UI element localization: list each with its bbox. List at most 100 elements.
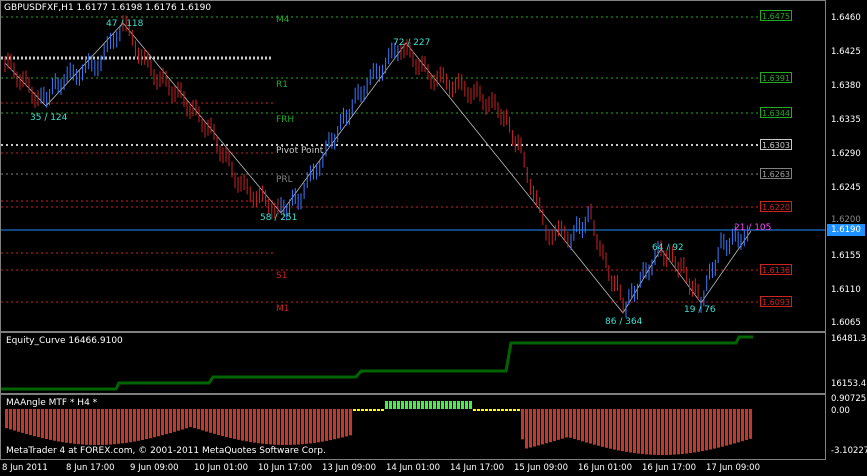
histogram-bar xyxy=(629,409,632,453)
histogram-bar xyxy=(597,409,600,446)
histogram-bar xyxy=(709,409,712,450)
histogram-bar xyxy=(317,409,320,443)
histogram-bar xyxy=(117,409,120,444)
zigzag-label: 47 / 118 xyxy=(106,19,144,29)
zigzag-label: 21 / 105 xyxy=(734,223,772,233)
histogram-bar xyxy=(461,401,464,409)
histogram-bar xyxy=(429,401,432,409)
histogram-bar xyxy=(565,409,568,438)
histogram-bar xyxy=(401,401,404,409)
histogram-bar xyxy=(349,409,352,436)
equity-curve-canvas[interactable] xyxy=(1,333,825,393)
histogram-bar xyxy=(105,409,108,445)
current-price-badge: 1.6190 xyxy=(827,224,865,236)
histogram-bar xyxy=(373,409,376,411)
histogram-bar xyxy=(29,409,32,436)
price-axis-tick: 1.6290 xyxy=(831,149,861,159)
histogram-bar xyxy=(357,409,360,411)
histogram-bar xyxy=(285,409,288,445)
histogram-bar xyxy=(421,401,424,409)
histogram-bar xyxy=(633,409,636,454)
histogram-bar xyxy=(589,409,592,444)
histogram-bar xyxy=(493,409,496,411)
histogram-bar xyxy=(741,409,744,442)
level-value-frh: 1.6344 xyxy=(760,107,792,118)
level-value-r1: 1.6391 xyxy=(760,72,792,83)
histogram-bar xyxy=(609,409,612,449)
histogram-bar xyxy=(41,409,44,439)
equity-curve-panel[interactable] xyxy=(0,332,826,394)
histogram-bar xyxy=(377,409,380,411)
level-name-prl: PRL xyxy=(276,175,293,185)
histogram-bar xyxy=(81,409,84,445)
histogram-bar xyxy=(97,409,100,445)
time-axis-tick: 13 Jun 09:00 xyxy=(322,463,376,473)
histogram-bar xyxy=(361,409,364,411)
time-axis-tick: 8 Jun 17:00 xyxy=(66,463,115,473)
price-chart-canvas[interactable] xyxy=(1,1,825,331)
histogram-bar xyxy=(533,409,536,447)
histogram-bar xyxy=(125,409,128,443)
histogram-bar xyxy=(77,409,80,445)
histogram-bar xyxy=(525,409,528,449)
histogram-bar xyxy=(497,409,500,411)
histogram-bar xyxy=(381,409,384,411)
histogram-bar xyxy=(133,409,136,442)
histogram-bar xyxy=(453,401,456,409)
histogram-bar xyxy=(177,409,180,431)
histogram-bar xyxy=(545,409,548,444)
level-name-frh: FRH xyxy=(276,115,295,125)
price-axis-tick: 1.6460 xyxy=(831,13,861,23)
price-axis-tick: 1.6065 xyxy=(831,318,861,328)
histogram-bar xyxy=(329,409,332,441)
time-axis-tick: 14 Jun 01:00 xyxy=(386,463,440,473)
histogram-bar xyxy=(225,409,228,438)
histogram-bar xyxy=(557,409,560,440)
histogram-bar xyxy=(297,409,300,445)
histogram-bar xyxy=(397,401,400,409)
histogram-bar xyxy=(289,409,292,445)
histogram-bar xyxy=(477,409,480,411)
level-name-r1: R1 xyxy=(276,80,288,90)
histogram-bar xyxy=(65,409,68,443)
level-value-s1: 1.6136 xyxy=(760,264,792,275)
level-name-m4: M4 xyxy=(276,15,290,25)
histogram-bar xyxy=(745,409,748,440)
histogram-bar xyxy=(45,409,48,440)
histogram-bar xyxy=(301,409,304,445)
histogram-bar xyxy=(141,409,144,441)
histogram-bar xyxy=(685,409,688,454)
histogram-bar xyxy=(645,409,648,455)
histogram-bar xyxy=(649,409,652,455)
histogram-bar xyxy=(549,409,552,443)
histogram-bar xyxy=(405,401,408,409)
histogram-bar xyxy=(345,409,348,437)
histogram-bar xyxy=(85,409,88,445)
histogram-bar xyxy=(513,409,516,411)
histogram-bar xyxy=(193,409,196,429)
histogram-bar xyxy=(145,409,148,440)
histogram-bar xyxy=(433,401,436,409)
histogram-bar xyxy=(273,409,276,445)
histogram-bar xyxy=(61,409,64,443)
histogram-bar xyxy=(9,409,12,430)
histogram-bar xyxy=(673,409,676,455)
histogram-bar xyxy=(13,409,16,431)
histogram-bar xyxy=(669,409,672,455)
level-value-pivot: 1.6303 xyxy=(760,139,792,150)
histogram-bar xyxy=(469,401,472,409)
histogram-bar xyxy=(249,409,252,443)
equity-axis-max: 16481.3 xyxy=(831,334,867,344)
histogram-bar xyxy=(293,409,296,445)
histogram-bar xyxy=(693,409,696,453)
level-name-pivot: Pivot Point xyxy=(276,146,324,156)
copyright-text: MetaTrader 4 at FOREX.com, © 2001-2011 M… xyxy=(6,446,326,456)
histogram-bar xyxy=(309,409,312,444)
histogram-bar xyxy=(365,409,368,411)
histogram-bar xyxy=(21,409,24,433)
histogram-bar xyxy=(161,409,164,436)
indicator-title: MAAngle MTF * H4 * xyxy=(6,398,98,408)
price-axis-tick: 1.6155 xyxy=(831,251,861,261)
zigzag-label: 58 / 251 xyxy=(260,213,298,223)
price-chart-panel[interactable] xyxy=(0,0,826,332)
